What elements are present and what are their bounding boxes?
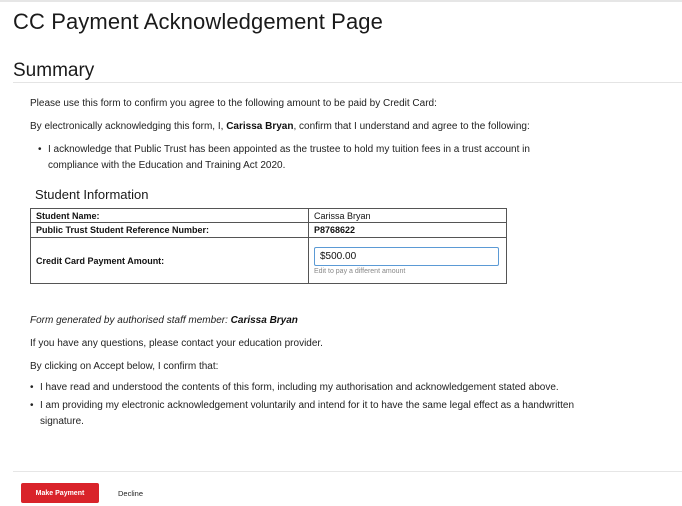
ack-name: Carissa Bryan xyxy=(226,121,294,132)
student-name-label: Student Name: xyxy=(30,208,309,223)
trust-bullet-text: I acknowledge that Public Trust has been… xyxy=(48,144,530,171)
bullet-dot: • xyxy=(30,382,34,393)
summary-heading: Summary xyxy=(13,60,95,81)
decline-button[interactable]: Decline xyxy=(112,483,149,503)
reference-number-label: Public Trust Student Reference Number: xyxy=(30,222,309,238)
payment-amount-label: Credit Card Payment Amount: xyxy=(30,237,309,284)
top-divider xyxy=(0,0,682,2)
confirm-bullet-2-text: I am providing my electronic acknowledge… xyxy=(40,400,574,427)
staff-name: Carissa Bryan xyxy=(230,315,298,326)
ack-suffix: , confirm that I understand and agree to… xyxy=(293,121,530,132)
confirm-bullet-2: • I am providing my electronic acknowled… xyxy=(30,398,680,430)
confirm-intro-text: By clicking on Accept below, I confirm t… xyxy=(30,361,219,372)
reference-number-value: P8768622 xyxy=(308,222,507,238)
student-info-table: Student Name: Carissa Bryan Public Trust… xyxy=(30,208,507,284)
student-info-heading: Student Information xyxy=(35,187,149,202)
summary-divider xyxy=(13,82,682,83)
confirm-bullet-1-text: I have read and understood the contents … xyxy=(40,382,559,393)
student-name-value: Carissa Bryan xyxy=(308,208,507,223)
payment-amount-input[interactable] xyxy=(314,246,499,266)
questions-text: If you have any questions, please contac… xyxy=(30,338,323,349)
table-row: Student Name: Carissa Bryan xyxy=(30,208,507,223)
confirm-bullet-1: • I have read and understood the content… xyxy=(30,380,680,396)
bullet-dot: • xyxy=(30,400,34,411)
bullet-dot: • xyxy=(38,144,42,155)
footer-divider xyxy=(13,471,682,472)
payment-amount-cell: Edit to pay a different amount xyxy=(308,237,507,284)
table-row: Public Trust Student Reference Number: P… xyxy=(30,222,507,238)
acknowledgement-text: By electronically acknowledging this for… xyxy=(30,121,530,132)
ack-prefix: By electronically acknowledging this for… xyxy=(30,121,227,132)
intro-text: Please use this form to confirm you agre… xyxy=(30,98,437,109)
generated-by-text: Form generated by authorised staff membe… xyxy=(30,315,298,326)
trust-bullet: • I acknowledge that Public Trust has be… xyxy=(38,142,658,176)
page-title: CC Payment Acknowledgement Page xyxy=(13,9,383,34)
make-payment-button[interactable]: Make Payment xyxy=(21,483,99,503)
payment-amount-help: Edit to pay a different amount xyxy=(314,267,406,275)
table-row: Credit Card Payment Amount: Edit to pay … xyxy=(30,237,507,284)
